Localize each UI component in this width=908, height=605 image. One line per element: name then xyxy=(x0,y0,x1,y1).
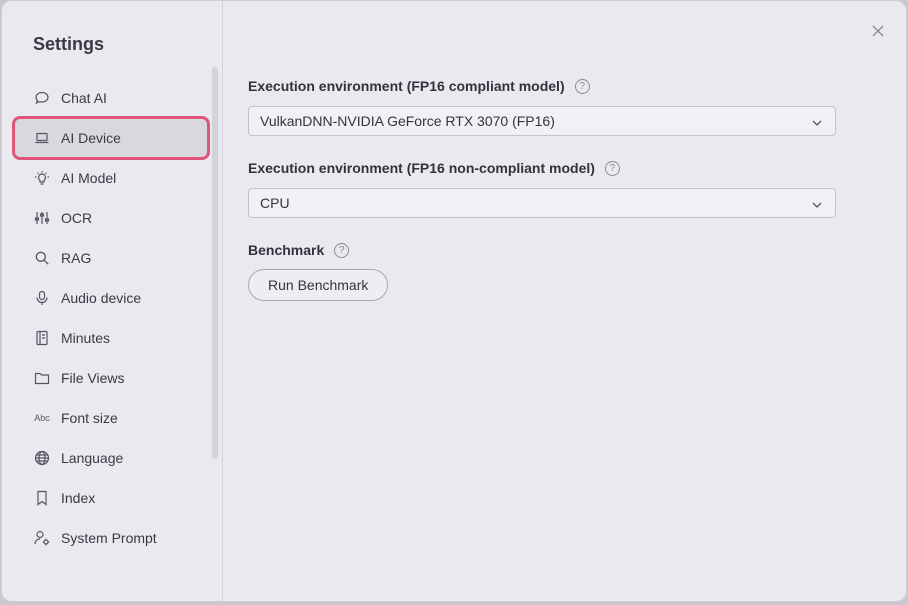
sidebar-item-system-prompt[interactable]: System Prompt xyxy=(14,518,208,558)
non-fp16-env-select-value: CPU xyxy=(260,195,290,211)
sidebar-item-label: Minutes xyxy=(61,330,111,346)
sidebar-item-audio-device[interactable]: Audio device xyxy=(14,278,208,318)
fp16-env-select-value: VulkanDNN-NVIDIA GeForce RTX 3070 (FP16) xyxy=(260,113,555,129)
user-gear-icon xyxy=(34,530,50,546)
fp16-env-label-text: Execution environment (FP16 compliant mo… xyxy=(248,78,565,94)
notebook-icon xyxy=(34,330,50,346)
sidebar-item-language[interactable]: Language xyxy=(14,438,208,478)
sidebar-item-label: RAG xyxy=(61,250,92,266)
sidebar-item-label: Audio device xyxy=(61,290,142,306)
non-fp16-env-label-text: Execution environment (FP16 non-complian… xyxy=(248,160,595,176)
help-icon[interactable]: ? xyxy=(574,78,590,94)
bookmark-icon xyxy=(34,490,50,506)
sidebar-item-label: Index xyxy=(61,490,96,506)
non-fp16-env-select[interactable]: CPU xyxy=(248,188,836,218)
help-icon[interactable]: ? xyxy=(604,160,620,176)
sidebar-item-label: Language xyxy=(61,450,124,466)
sidebar-item-chat-ai[interactable]: Chat AI xyxy=(14,78,208,118)
sidebar-item-label: AI Device xyxy=(61,130,121,146)
sidebar-item-ai-model[interactable]: AI Model xyxy=(14,158,208,198)
chat-bubble-icon xyxy=(34,90,50,106)
sidebar-scrollbar[interactable] xyxy=(212,67,218,459)
settings-dialog: Settings Chat AI AI Device AI Model OCR … xyxy=(2,1,906,601)
sidebar-title: Settings xyxy=(33,34,105,54)
sidebar-item-font-size[interactable]: Abc Font size xyxy=(14,398,208,438)
sidebar-item-label: Font size xyxy=(61,410,118,426)
sidebar-nav: Chat AI AI Device AI Model OCR RAG Audio… xyxy=(12,78,210,558)
laptop-icon xyxy=(34,130,50,146)
sidebar-item-file-views[interactable]: File Views xyxy=(14,358,208,398)
sidebar-item-ocr[interactable]: OCR xyxy=(14,198,208,238)
lightbulb-icon xyxy=(34,170,50,186)
main-content: Execution environment (FP16 compliant mo… xyxy=(248,1,906,601)
help-icon[interactable]: ? xyxy=(334,242,350,258)
fp16-env-label: Execution environment (FP16 compliant mo… xyxy=(248,78,590,94)
sidebar-item-label: Chat AI xyxy=(61,90,107,106)
sliders-icon xyxy=(34,210,50,226)
non-fp16-env-label: Execution environment (FP16 non-complian… xyxy=(248,160,620,176)
fp16-env-select[interactable]: VulkanDNN-NVIDIA GeForce RTX 3070 (FP16) xyxy=(248,106,836,136)
benchmark-label-text: Benchmark xyxy=(248,242,325,258)
microphone-icon xyxy=(34,290,50,306)
sidebar-item-label: System Prompt xyxy=(61,530,157,546)
sidebar-item-ai-device[interactable]: AI Device xyxy=(12,116,210,160)
sidebar: Settings Chat AI AI Device AI Model OCR … xyxy=(2,1,223,601)
search-icon xyxy=(34,250,50,266)
sidebar-item-index[interactable]: Index xyxy=(14,478,208,518)
sidebar-item-label: OCR xyxy=(61,210,93,226)
globe-icon xyxy=(34,450,50,466)
font-size-icon: Abc xyxy=(34,413,50,423)
run-benchmark-button[interactable]: Run Benchmark xyxy=(248,269,389,301)
folder-icon xyxy=(34,370,50,386)
sidebar-item-label: File Views xyxy=(61,370,125,386)
sidebar-item-label: AI Model xyxy=(61,170,117,186)
chevron-down-icon xyxy=(811,198,823,210)
sidebar-item-minutes[interactable]: Minutes xyxy=(14,318,208,358)
benchmark-label: Benchmark ? xyxy=(248,242,350,258)
chevron-down-icon xyxy=(811,116,823,128)
sidebar-item-rag[interactable]: RAG xyxy=(14,238,208,278)
